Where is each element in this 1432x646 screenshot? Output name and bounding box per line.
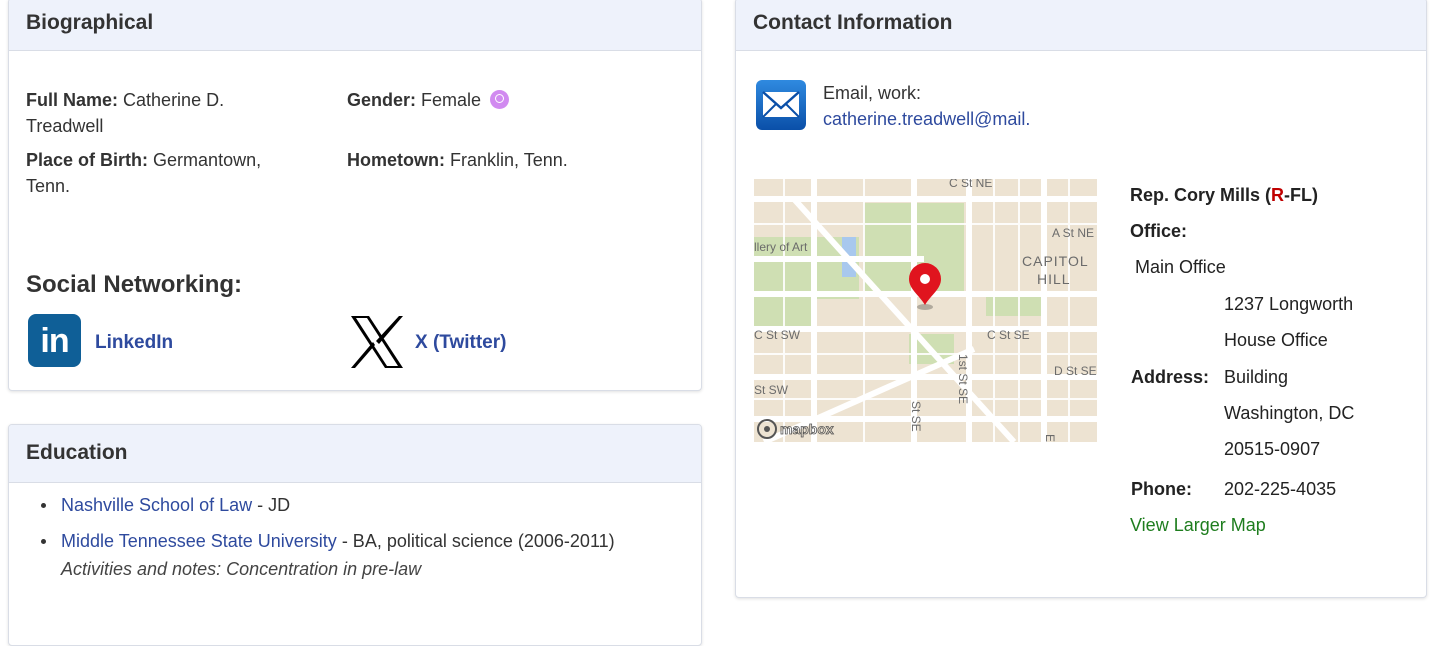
address-line: 1237 Longworth (1224, 294, 1354, 314)
place-of-birth-label: Place of Birth: (26, 150, 149, 170)
hometown-label: Hometown: (347, 150, 445, 170)
full-name-field: Full Name: Catherine D. Treadwell (26, 87, 326, 139)
full-name-value-2: Treadwell (26, 116, 104, 136)
education-item: Middle Tennessee State University - BA, … (41, 527, 661, 583)
degree-text: - JD (252, 495, 291, 515)
school-link[interactable]: Middle Tennessee State University (61, 531, 337, 551)
linkedin-link[interactable]: LinkedIn (95, 332, 173, 354)
place-of-birth-field: Place of Birth: Germantown, Tenn. (26, 147, 326, 199)
map-street-label: 1st St SE (956, 354, 970, 404)
gender-field: Gender: Female (347, 87, 510, 113)
education-header: Education (9, 425, 701, 483)
school-link[interactable]: Nashville School of Law (61, 495, 252, 515)
linkedin-icon[interactable]: in (28, 314, 81, 367)
biographical-card: Biographical Full Name: Catherine D. Tre… (8, 0, 702, 391)
hometown-field: Hometown: Franklin, Tenn. (347, 147, 568, 173)
gender-label: Gender: (347, 90, 417, 110)
gender-value: Female (421, 90, 482, 110)
phone-label: Phone: (1131, 479, 1192, 499)
map-street-label: A St NE (1052, 226, 1094, 240)
hometown-value: Franklin, Tenn. (450, 150, 568, 170)
map-street-label: llery of Art (754, 240, 808, 254)
social-networking-title: Social Networking: (26, 271, 243, 298)
representative-name: Rep. Cory Mills (R-FL) (1130, 185, 1319, 205)
svg-text:mapbox: mapbox (780, 421, 834, 437)
view-larger-map-link[interactable]: View Larger Map (1130, 515, 1266, 536)
place-of-birth-value-2: Tenn. (26, 176, 71, 196)
activities-note: Activities and notes: Concentration in p… (61, 559, 422, 579)
address-label: Address: (1131, 367, 1210, 387)
map-street-label: C St SW (754, 328, 801, 342)
biographical-header: Biographical (9, 0, 701, 51)
contact-header: Contact Information (736, 0, 1426, 51)
x-twitter-link[interactable]: X (Twitter) (415, 332, 506, 354)
address-line: House Office (1224, 330, 1328, 350)
email-link[interactable]: catherine.treadwell@mail. (823, 109, 1063, 130)
address-line: Washington, DC (1224, 403, 1355, 423)
map-street-label: D St SE (1054, 364, 1097, 378)
full-name-label: Full Name: (26, 90, 119, 110)
map-street-label: E (1043, 434, 1057, 442)
map-street-label: St SE (909, 401, 923, 432)
office-map[interactable]: C St NE llery of Art A St NE CAPITOL HIL… (754, 179, 1097, 442)
map-street-label: C St SE (987, 328, 1030, 342)
place-of-birth-value-1: Germantown, (153, 150, 262, 170)
contact-card: Contact Information Email, work: catheri… (735, 0, 1427, 598)
map-street-label: St SW (754, 383, 789, 397)
office-label: Office: (1130, 221, 1188, 241)
map-district-label: CAPITOL (1022, 253, 1089, 269)
female-symbol-icon (490, 90, 510, 109)
address-line: 20515-0907 (1224, 439, 1321, 459)
map-street-label: C St NE (949, 179, 992, 190)
address-line: Building (1224, 367, 1289, 387)
education-list: Nashville School of Law - JD Middle Tenn… (25, 491, 661, 591)
map-district-label: HILL (1037, 271, 1071, 287)
degree-text: - BA, political science (2006-2011) (336, 531, 615, 551)
office-name: Main Office (1135, 257, 1226, 277)
education-item: Nashville School of Law - JD (41, 491, 661, 519)
x-twitter-icon[interactable] (349, 314, 405, 370)
phone-value: 202-225-4035 (1224, 479, 1337, 499)
full-name-value-1: Catherine D. (123, 90, 225, 110)
education-card: Education Nashville School of Law - JD M… (8, 424, 702, 646)
email-label: Email, work: (823, 83, 922, 103)
email-icon (756, 80, 806, 130)
party-letter: R (1271, 185, 1285, 205)
